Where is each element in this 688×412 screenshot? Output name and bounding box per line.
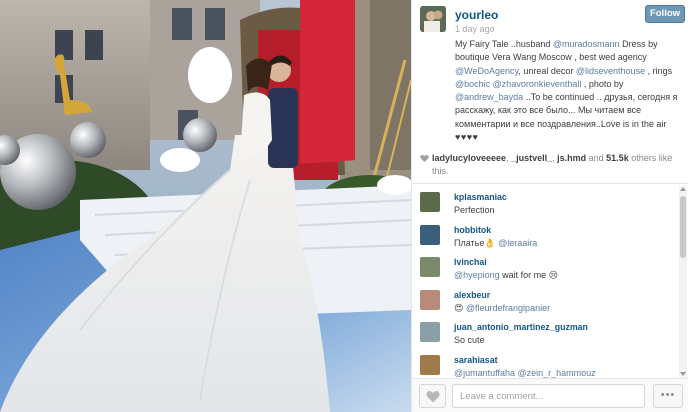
comment-body: Perfection <box>454 205 495 215</box>
comment-mention-link[interactable]: @fleurdefrangipanier <box>466 303 550 313</box>
caption-mention-link[interactable]: @andrew_bayda <box>455 92 523 102</box>
commenter-avatar[interactable] <box>420 257 440 277</box>
caption-text-segment: , photo by <box>581 78 624 89</box>
comment-text: @hyepiong wait for me 😢 <box>454 270 558 281</box>
scroll-up-icon[interactable] <box>680 187 686 191</box>
comment-text: 😍 @fleurdefrangipanier <box>454 303 550 314</box>
comment-mention-link[interactable]: @jumantuffaha @zein_r_hammouz <box>454 368 596 378</box>
commenter-avatar[interactable] <box>420 322 440 342</box>
comment-body: So cute <box>454 335 485 345</box>
commenter-avatar[interactable] <box>420 289 440 310</box>
comment-text: Платье👌 @leraaira <box>454 238 537 249</box>
comment-body: 😍 <box>454 302 466 313</box>
comment-input[interactable] <box>452 384 645 408</box>
post-header: yourleo 1 day ago Follow My Fairy Tale .… <box>412 0 688 150</box>
comment-body: Платье👌 <box>454 237 499 248</box>
caption-mention-link[interactable]: @WeDoAgency <box>455 66 518 76</box>
commenter-avatar[interactable] <box>420 224 440 245</box>
post-caption: My Fairy Tale ..husband @muradosmann Dre… <box>455 38 685 144</box>
post-photo[interactable] <box>0 0 411 412</box>
comment-body: wait for me 😢 <box>499 270 559 280</box>
author-username[interactable]: yourleo <box>455 8 498 22</box>
caption-hearts: ♥♥♥♥ <box>455 132 479 143</box>
comment-mention-link[interactable]: @hyepiong <box>454 270 500 280</box>
commenter-username[interactable]: sarahiasat <box>454 355 498 365</box>
heart-icon <box>426 391 440 403</box>
caption-text-segment: , rings <box>645 65 673 76</box>
comment-item: lvinchai @hyepiong wait for me 😢 <box>420 253 676 283</box>
comment-item: alexbeur 😍 @fleurdefrangipanier <box>420 286 676 316</box>
commenter-username[interactable]: juan_antonio_martinez_guzman <box>454 322 588 332</box>
post-details-panel: yourleo 1 day ago Follow My Fairy Tale .… <box>411 0 688 412</box>
comments-list: kplasmaniac Perfection hobbitok Платье👌 @le… <box>412 188 678 378</box>
post-timestamp[interactable]: 1 day ago <box>455 24 495 34</box>
heart-small-icon <box>420 154 429 163</box>
comment-text: Perfection <box>454 205 495 215</box>
comment-text: So cute <box>454 335 485 345</box>
caption-mention-link[interactable]: @zhavoronkieventhall <box>493 79 582 89</box>
likes-and: and <box>586 153 607 163</box>
commenter-username[interactable]: lvinchai <box>454 257 487 267</box>
scrollbar-thumb[interactable] <box>680 196 686 258</box>
commenter-avatar[interactable] <box>420 354 440 375</box>
caption-mention-link[interactable]: @muradosmann <box>553 39 620 49</box>
comments-scrollbar[interactable] <box>679 186 687 378</box>
comment-text: @jumantuffaha @zein_r_hammouz <box>454 368 596 378</box>
comment-item: hobbitok Платье👌 @leraaira <box>420 221 676 251</box>
likes-summary: ladylucyloveeeee, _justvell_, js.hmd and… <box>420 152 685 177</box>
comment-footer: ••• <box>412 378 688 412</box>
commenter-username[interactable]: kplasmaniac <box>454 192 507 202</box>
wedding-photo-image <box>0 0 411 412</box>
liker-link[interactable]: _justvell_ <box>511 153 552 163</box>
comment-item: sarahiasat @jumantuffaha @zein_r_hammouz <box>420 351 676 379</box>
caption-text-segment: My Fairy Tale ..husband <box>455 39 553 49</box>
scroll-down-icon[interactable] <box>680 372 686 376</box>
caption-mention-link[interactable]: @lidseventhouse <box>576 66 645 76</box>
comment-item: juan_antonio_martinez_guzman So cute <box>420 318 676 348</box>
caption-text-segment: , unreal decor <box>518 65 576 76</box>
more-options-button[interactable]: ••• <box>653 384 683 408</box>
divider <box>412 183 688 184</box>
author-avatar[interactable] <box>420 6 446 32</box>
commenter-username[interactable]: alexbeur <box>454 290 490 300</box>
caption-mention-link[interactable]: @bochic <box>455 79 490 89</box>
commenter-avatar[interactable] <box>420 192 440 212</box>
comment-item: kplasmaniac Perfection <box>420 188 676 218</box>
like-button[interactable] <box>419 384 446 408</box>
caption-text: My Fairy Tale ..husband @muradosmann Dre… <box>455 39 677 129</box>
commenter-username[interactable]: hobbitok <box>454 225 491 235</box>
liker-link[interactable]: ladylucyloveeeee <box>432 153 506 163</box>
liker-link[interactable]: js.hmd <box>557 153 586 163</box>
comment-mention-link[interactable]: @leraaira <box>498 238 537 248</box>
likes-count[interactable]: 51.5k <box>606 153 629 163</box>
follow-button[interactable]: Follow <box>645 5 685 23</box>
